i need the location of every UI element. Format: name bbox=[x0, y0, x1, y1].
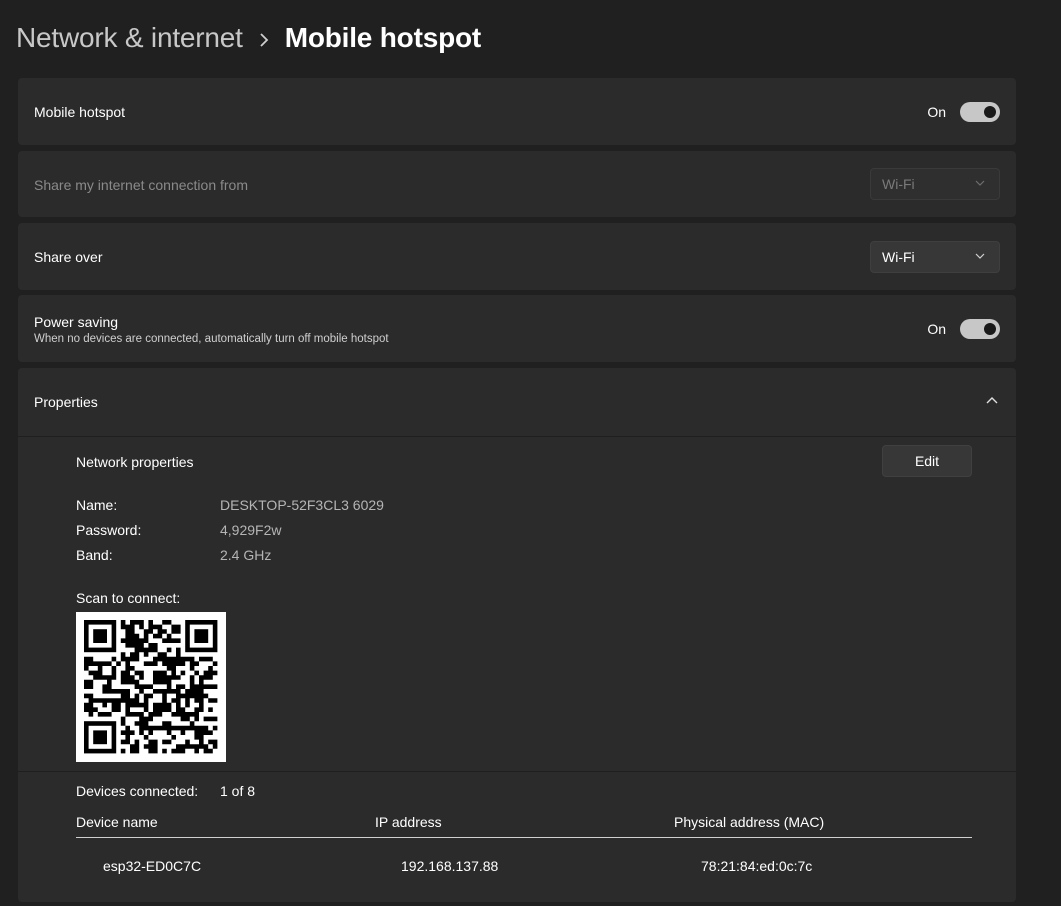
chevron-down-icon bbox=[975, 180, 985, 186]
chevron-up-icon[interactable] bbox=[986, 396, 998, 404]
power-saving-description: When no devices are connected, automatic… bbox=[34, 333, 389, 345]
power-saving-state: On bbox=[927, 321, 946, 337]
scan-to-connect-label: Scan to connect: bbox=[76, 590, 181, 606]
share-from-card: Share my internet connection from Wi-Fi bbox=[18, 151, 1016, 217]
properties-header[interactable]: Properties bbox=[18, 368, 1016, 437]
power-saving-toggle[interactable] bbox=[960, 319, 1000, 339]
share-from-value: Wi-Fi bbox=[882, 176, 915, 192]
share-over-label: Share over bbox=[34, 249, 103, 265]
password-label: Password: bbox=[76, 522, 142, 538]
power-saving-card: Power saving When no devices are connect… bbox=[18, 295, 1016, 362]
share-from-dropdown[interactable]: Wi-Fi bbox=[870, 168, 1000, 200]
share-over-dropdown[interactable]: Wi-Fi bbox=[870, 241, 1000, 273]
toggle-knob bbox=[984, 323, 996, 335]
column-header-ip-address[interactable]: IP address bbox=[375, 814, 442, 830]
page-title: Mobile hotspot bbox=[284, 22, 481, 53]
share-from-label: Share my internet connection from bbox=[34, 177, 248, 193]
breadcrumb: Network & internet Mobile hotspot bbox=[16, 22, 481, 54]
table-header-divider bbox=[76, 837, 972, 838]
name-value: DESKTOP-52F3CL3 6029 bbox=[220, 497, 384, 513]
share-over-value: Wi-Fi bbox=[882, 249, 915, 265]
mobile-hotspot-toggle[interactable] bbox=[960, 102, 1000, 122]
mac-address-cell: 78:21:84:ed:0c:7c bbox=[701, 858, 813, 874]
mobile-hotspot-card: Mobile hotspot On bbox=[18, 78, 1016, 145]
chevron-right-icon bbox=[243, 24, 285, 52]
share-over-card: Share over Wi-Fi bbox=[18, 223, 1016, 290]
breadcrumb-parent[interactable]: Network & internet bbox=[16, 22, 243, 54]
name-label: Name: bbox=[76, 497, 118, 513]
section-divider bbox=[18, 771, 1016, 772]
device-name-cell: esp32-ED0C7C bbox=[103, 858, 202, 874]
network-properties-label: Network properties bbox=[76, 454, 194, 470]
devices-connected-label: Devices connected: bbox=[76, 783, 199, 799]
column-header-device-name[interactable]: Device name bbox=[76, 814, 158, 830]
toggle-knob bbox=[984, 106, 996, 118]
devices-connected-value: 1 of 8 bbox=[220, 783, 256, 799]
properties-card: Properties Network properties Edit Name:… bbox=[18, 368, 1016, 902]
band-value: 2.4 GHz bbox=[220, 547, 272, 563]
edit-button[interactable]: Edit bbox=[882, 445, 972, 477]
properties-label: Properties bbox=[34, 394, 98, 410]
mobile-hotspot-label: Mobile hotspot bbox=[34, 104, 126, 120]
band-label: Band: bbox=[76, 547, 113, 563]
mobile-hotspot-state: On bbox=[927, 104, 946, 120]
password-value: 4,929F2w bbox=[220, 522, 282, 538]
qr-code bbox=[76, 612, 226, 762]
mobile-hotspot-toggle-group: On bbox=[927, 102, 1000, 122]
ip-address-cell: 192.168.137.88 bbox=[401, 858, 499, 874]
power-saving-toggle-group: On bbox=[927, 319, 1000, 339]
column-header-mac-address[interactable]: Physical address (MAC) bbox=[674, 814, 824, 830]
power-saving-label: Power saving bbox=[34, 314, 119, 330]
chevron-down-icon bbox=[975, 253, 985, 259]
